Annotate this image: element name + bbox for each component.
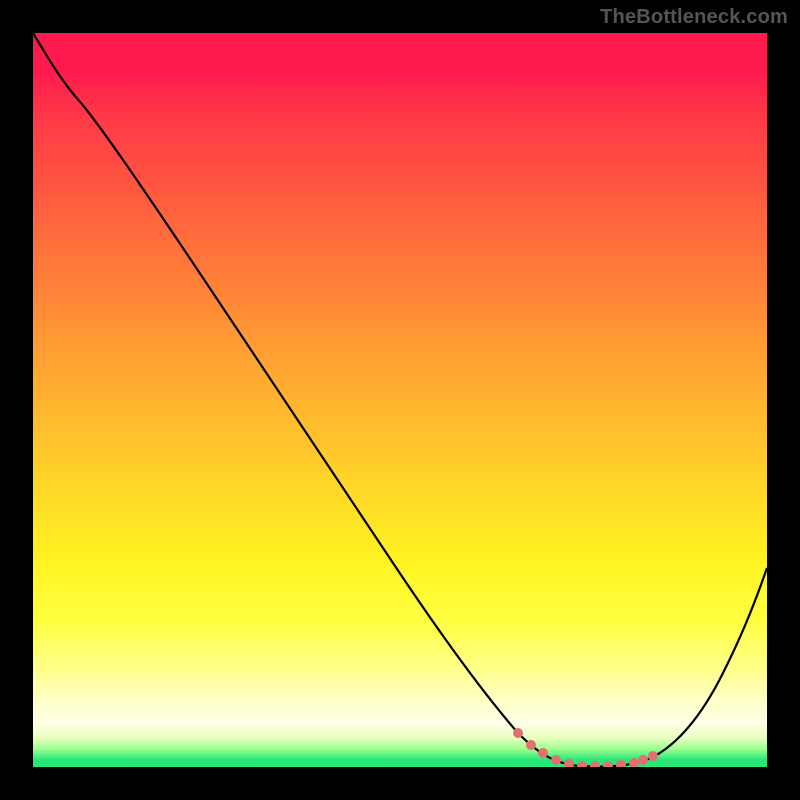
chart-frame: TheBottleneck.com [0, 0, 800, 800]
optimal-range-markers [513, 728, 658, 767]
bottleneck-curve [33, 33, 767, 767]
curve-layer [33, 33, 767, 767]
watermark-text: TheBottleneck.com [600, 6, 788, 29]
plot-area [33, 33, 767, 767]
